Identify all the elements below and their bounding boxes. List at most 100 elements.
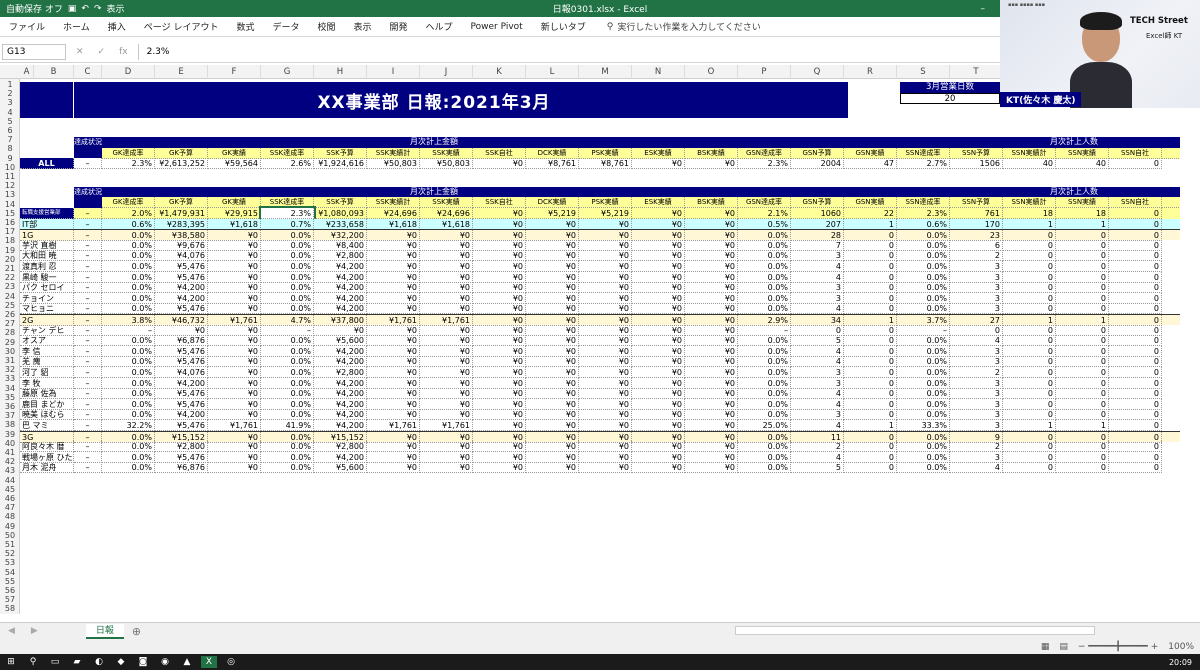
data-cell[interactable]: ¥0 (473, 261, 526, 273)
all-label[interactable]: ALL (20, 158, 74, 170)
data-cell[interactable]: 0 (844, 409, 897, 421)
data-cell[interactable]: 0.0% (261, 409, 314, 421)
column-header[interactable]: I (367, 65, 420, 79)
status-cell[interactable]: – (74, 250, 102, 262)
data-cell[interactable]: 0.0% (261, 367, 314, 379)
data-cell[interactable]: 0 (1109, 158, 1162, 170)
data-cell[interactable]: 0.0% (102, 303, 155, 315)
data-cell[interactable]: 0.0% (897, 398, 950, 410)
data-cell[interactable]: 0 (1003, 367, 1056, 379)
row-label[interactable]: 戦場ヶ原 ひたぎ (20, 451, 74, 463)
data-cell[interactable]: 3 (950, 356, 1003, 368)
row-label[interactable]: 暁美 ほむら (20, 409, 74, 421)
data-cell[interactable]: ¥5,476 (155, 356, 208, 368)
ribbon-tab[interactable]: 表示 (345, 20, 381, 33)
data-cell[interactable]: ¥0 (473, 451, 526, 463)
data-cell[interactable]: 0 (844, 398, 897, 410)
column-header[interactable]: G (261, 65, 314, 79)
data-cell[interactable]: ¥0 (420, 292, 473, 304)
data-cell[interactable]: 3 (950, 377, 1003, 389)
data-cell[interactable]: 18 (1003, 208, 1056, 220)
data-cell[interactable]: ¥24,696 (420, 208, 473, 220)
data-cell[interactable]: ¥0 (685, 451, 738, 463)
data-cell[interactable]: 1 (844, 218, 897, 230)
data-cell[interactable]: ¥0 (526, 409, 579, 421)
data-cell[interactable]: 1 (1003, 420, 1056, 432)
data-cell[interactable]: ¥5,476 (155, 451, 208, 463)
data-cell[interactable]: 3 (791, 367, 844, 379)
data-cell[interactable]: 0 (1109, 398, 1162, 410)
data-cell[interactable]: 40 (1056, 158, 1109, 170)
data-cell[interactable]: 0.0% (897, 377, 950, 389)
data-cell[interactable]: 0 (1003, 250, 1056, 262)
data-cell[interactable]: ¥0 (579, 271, 632, 283)
data-cell[interactable]: ¥0 (420, 398, 473, 410)
data-cell[interactable]: 0.0% (738, 239, 791, 251)
data-cell[interactable]: 4 (950, 335, 1003, 347)
data-cell[interactable]: ¥0 (526, 250, 579, 262)
view-label[interactable]: 表示 (107, 2, 125, 15)
row-label[interactable]: 河了 貂 (20, 367, 74, 379)
data-cell[interactable]: ¥0 (579, 218, 632, 230)
data-cell[interactable]: ¥0 (367, 462, 420, 474)
data-cell[interactable]: ¥2,800 (314, 441, 367, 453)
data-cell[interactable]: ¥0 (420, 335, 473, 347)
data-cell[interactable]: 0 (1109, 292, 1162, 304)
data-cell[interactable]: ¥4,200 (314, 282, 367, 294)
sheet-next-icon[interactable]: ▶ (23, 626, 46, 636)
data-cell[interactable]: ¥1,618 (420, 218, 473, 230)
data-cell[interactable]: ¥0 (420, 462, 473, 474)
data-cell[interactable]: ¥0 (367, 303, 420, 315)
data-cell[interactable]: 761 (950, 208, 1003, 220)
data-cell[interactable]: 3 (791, 282, 844, 294)
data-cell[interactable]: ¥0 (579, 462, 632, 474)
name-box[interactable]: G13 (2, 43, 66, 60)
task-view-icon[interactable]: ▭ (47, 656, 63, 668)
data-cell[interactable]: 0 (1003, 345, 1056, 357)
data-cell[interactable]: ¥50,803 (367, 158, 420, 170)
data-cell[interactable]: 0.0% (897, 261, 950, 273)
data-cell[interactable]: ¥0 (473, 367, 526, 379)
data-cell[interactable]: 0.0% (261, 292, 314, 304)
data-cell[interactable]: 0 (1003, 282, 1056, 294)
data-cell[interactable]: ¥0 (632, 303, 685, 315)
data-cell[interactable]: ¥0 (632, 377, 685, 389)
row-label[interactable]: チョイン (20, 292, 74, 304)
data-cell[interactable]: 0 (1056, 292, 1109, 304)
data-cell[interactable]: 0.0% (738, 377, 791, 389)
data-cell[interactable]: ¥0 (367, 250, 420, 262)
data-cell[interactable]: ¥0 (420, 441, 473, 453)
data-cell[interactable]: ¥1,618 (208, 218, 261, 230)
data-cell[interactable]: ¥0 (685, 282, 738, 294)
data-cell[interactable]: 0 (1003, 324, 1056, 336)
data-cell[interactable]: 0 (1109, 356, 1162, 368)
data-cell[interactable]: 0 (1003, 377, 1056, 389)
data-cell[interactable]: 4 (791, 451, 844, 463)
ribbon-tab[interactable]: ファイル (0, 20, 54, 33)
data-cell[interactable]: 0.0% (102, 441, 155, 453)
data-cell[interactable]: ¥5,476 (155, 388, 208, 400)
data-cell[interactable]: ¥0 (685, 324, 738, 336)
data-cell[interactable]: ¥0 (526, 451, 579, 463)
data-cell[interactable]: ¥0 (632, 462, 685, 474)
column-header[interactable]: N (632, 65, 685, 79)
data-cell[interactable]: 0 (1003, 441, 1056, 453)
data-cell[interactable]: 0.0% (738, 271, 791, 283)
data-cell[interactable]: 47 (844, 158, 897, 170)
column-header[interactable]: J (420, 65, 473, 79)
data-cell[interactable]: 0.0% (738, 356, 791, 368)
data-cell[interactable]: 0.0% (261, 388, 314, 400)
data-cell[interactable]: ¥4,200 (314, 261, 367, 273)
data-cell[interactable]: ¥0 (685, 356, 738, 368)
data-cell[interactable]: ¥0 (685, 158, 738, 170)
data-cell[interactable]: 0 (1056, 441, 1109, 453)
data-cell[interactable]: ¥0 (208, 292, 261, 304)
status-cell[interactable]: – (74, 261, 102, 273)
data-cell[interactable]: ¥0 (579, 451, 632, 463)
data-cell[interactable]: ¥0 (526, 420, 579, 432)
save-icon[interactable]: ▣ (68, 4, 77, 14)
tell-me-search[interactable]: ⚲ 実行したい作業を入力してください (595, 20, 761, 34)
data-cell[interactable]: ¥0 (420, 250, 473, 262)
data-cell[interactable]: ¥0 (526, 271, 579, 283)
data-cell[interactable]: ¥0 (473, 324, 526, 336)
